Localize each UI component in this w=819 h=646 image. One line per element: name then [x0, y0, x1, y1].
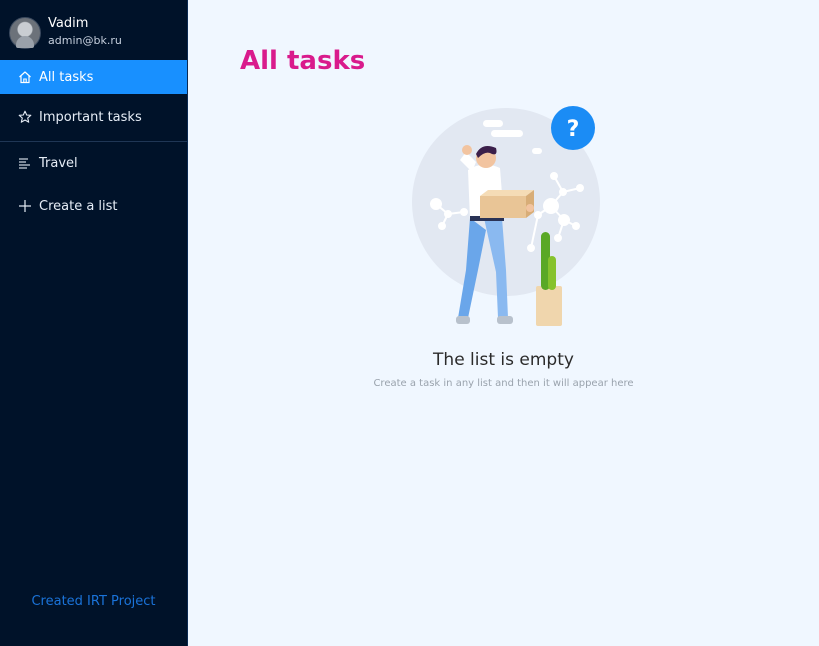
empty-state-illustration: ? [412, 106, 600, 326]
sidebar-item-label: Travel [39, 155, 78, 171]
sidebar-item-label: All tasks [39, 69, 94, 85]
star-icon [18, 110, 32, 123]
page-title: All tasks [240, 46, 366, 76]
sidebar-divider [0, 141, 187, 142]
home-icon [19, 71, 31, 84]
avatar[interactable] [9, 17, 41, 49]
svg-text:?: ? [567, 117, 580, 142]
sidebar-item-label: Important tasks [39, 109, 142, 125]
user-profile[interactable]: Vadim admin@bk.ru [9, 16, 179, 49]
sidebar-item-label: Create a list [39, 198, 118, 214]
footer-project-link[interactable]: Created IRT Project [0, 594, 187, 609]
plus-icon [19, 200, 31, 212]
profile-email: admin@bk.ru [48, 34, 122, 47]
profile-name: Vadim [48, 16, 89, 31]
empty-state-hint: Create a task in any list and then it wi… [373, 378, 634, 389]
main-content: All tasks ? The list is empty Create a t… [188, 0, 819, 646]
create-list-button[interactable]: Create a list [0, 189, 187, 223]
sidebar-item-all-tasks[interactable]: All tasks [0, 60, 187, 94]
list-lines-icon [19, 158, 30, 169]
sidebar: Vadim admin@bk.ru All tasks Important ta… [0, 0, 187, 646]
sidebar-item-important-tasks[interactable]: Important tasks [0, 100, 187, 134]
empty-state-title: The list is empty [433, 350, 574, 370]
sidebar-item-travel[interactable]: Travel [0, 146, 187, 180]
